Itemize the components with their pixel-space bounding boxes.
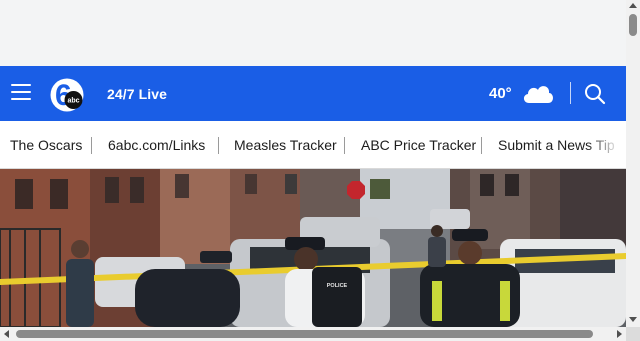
scroll-left-icon[interactable] xyxy=(4,330,9,338)
nav-item-links[interactable]: 6abc.com/Links xyxy=(108,137,205,153)
scrollbar-corner xyxy=(626,327,640,341)
nav-overflow-fade xyxy=(586,121,626,168)
nav-separator xyxy=(218,137,219,154)
hero-image[interactable]: POLICE xyxy=(0,169,626,327)
site-header: 6 abc 24/7 Live 40° xyxy=(0,66,626,121)
header-divider xyxy=(570,82,571,104)
nav-separator xyxy=(344,137,345,154)
topic-nav: The Oscars 6abc.com/Links Measles Tracke… xyxy=(0,121,626,169)
nav-item-price-tracker[interactable]: ABC Price Tracker xyxy=(361,137,476,153)
nav-separator xyxy=(481,137,482,154)
hero-photo: POLICE xyxy=(0,169,626,327)
station-logo[interactable]: 6 abc xyxy=(49,77,85,113)
horizontal-scrollbar[interactable] xyxy=(0,327,626,341)
nav-separator xyxy=(91,137,92,154)
vertical-scrollbar[interactable] xyxy=(626,0,640,327)
cloud-icon[interactable] xyxy=(521,80,555,106)
logo-text: abc xyxy=(67,98,79,105)
nav-item-measles-tracker[interactable]: Measles Tracker xyxy=(234,137,337,153)
live-link[interactable]: 24/7 Live xyxy=(107,86,167,102)
search-icon[interactable] xyxy=(584,83,606,105)
nav-item-oscars[interactable]: The Oscars xyxy=(10,137,82,153)
scroll-up-icon[interactable] xyxy=(629,3,637,8)
scroll-right-icon[interactable] xyxy=(617,330,622,338)
ad-slot xyxy=(0,0,626,66)
horizontal-scroll-thumb[interactable] xyxy=(16,330,593,338)
browser-viewport: 6 abc 24/7 Live 40° The Oscars 6abc.com/… xyxy=(0,0,640,341)
scroll-down-icon[interactable] xyxy=(629,317,637,322)
vest-label: POLICE xyxy=(327,283,348,289)
vertical-scroll-thumb[interactable] xyxy=(629,14,637,36)
menu-icon[interactable] xyxy=(11,84,31,101)
temperature[interactable]: 40° xyxy=(489,85,512,102)
